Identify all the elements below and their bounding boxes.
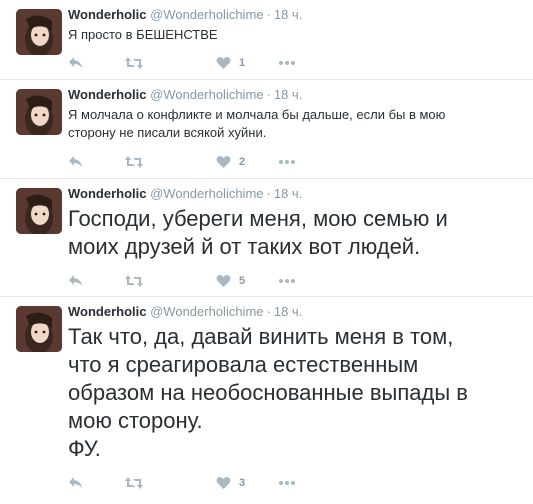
timeline: Wonderholic @Wonderholichime · 18 ч. Я про…: [0, 0, 533, 504]
like-button[interactable]: 3: [216, 476, 278, 490]
retweet-button[interactable]: [124, 56, 216, 70]
retweet-icon: [125, 156, 143, 168]
avatar[interactable]: [16, 9, 62, 55]
tweet-text: Господи, убереги меня, мою семью и моих …: [68, 205, 521, 261]
more-icon: [279, 279, 295, 283]
reply-button[interactable]: [68, 155, 124, 169]
more-icon: [279, 160, 295, 164]
timestamp[interactable]: 18 ч.: [274, 186, 302, 201]
retweet-icon: [125, 57, 143, 69]
tweet-line: сторону не писали всякой хуйни.: [68, 125, 267, 140]
tweet-line: мою сторону.: [68, 408, 203, 433]
tweet-line: Господи, убереги меня, мою семью и: [68, 206, 448, 231]
retweet-button[interactable]: [124, 274, 216, 288]
retweet-icon: [125, 477, 143, 489]
heart-icon: [216, 274, 231, 287]
tweet-header: Wonderholic @Wonderholichime · 18 ч.: [68, 6, 521, 24]
tweet-header: Wonderholic @Wonderholichime · 18 ч.: [68, 185, 521, 203]
tweet-line: Я молчала о конфликте и молчала бы дальш…: [68, 107, 446, 122]
tweet-actions: 1: [68, 54, 308, 72]
more-icon: [279, 481, 295, 485]
display-name[interactable]: Wonderholic: [68, 7, 146, 22]
reply-icon: [69, 477, 82, 488]
more-button[interactable]: [278, 278, 308, 284]
tweet-line: ФУ.: [68, 436, 101, 461]
user-handle[interactable]: @Wonderholichime: [150, 186, 263, 201]
more-icon: [279, 61, 295, 65]
user-handle[interactable]: @Wonderholichime: [150, 7, 263, 22]
user-handle[interactable]: @Wonderholichime: [150, 304, 263, 319]
tweet-content: Wonderholic @Wonderholichime · 18 ч. Так ч…: [68, 303, 521, 463]
like-button[interactable]: 2: [216, 155, 278, 169]
tweet-actions: 3: [68, 474, 308, 492]
tweet-content: Wonderholic @Wonderholichime · 18 ч. Я про…: [68, 6, 521, 44]
retweet-icon: [125, 275, 143, 287]
avatar[interactable]: [16, 188, 62, 234]
timestamp[interactable]: 18 ч.: [274, 304, 302, 319]
reply-icon: [69, 57, 82, 68]
user-handle[interactable]: @Wonderholichime: [150, 87, 263, 102]
tweet[interactable]: Wonderholic @Wonderholichime · 18 ч. Я про…: [0, 0, 533, 80]
more-button[interactable]: [278, 480, 308, 486]
reply-icon: [69, 156, 82, 167]
avatar[interactable]: [16, 306, 62, 352]
like-button[interactable]: 5: [216, 274, 278, 288]
retweet-button[interactable]: [124, 155, 216, 169]
reply-icon: [69, 275, 82, 286]
reply-button[interactable]: [68, 56, 124, 70]
like-count: 3: [239, 477, 246, 489]
tweet[interactable]: Wonderholic @Wonderholichime · 18 ч. Госпо…: [0, 179, 533, 297]
tweet-header: Wonderholic @Wonderholichime · 18 ч.: [68, 303, 521, 321]
reply-button[interactable]: [68, 476, 124, 490]
like-count: 2: [239, 156, 246, 168]
more-button[interactable]: [278, 60, 308, 66]
tweet-actions: 2: [68, 153, 308, 171]
like-button[interactable]: 1: [216, 56, 278, 70]
tweet-text: Я молчала о конфликте и молчала бы дальш…: [68, 106, 521, 142]
heart-icon: [216, 155, 231, 168]
tweet-text: Так что, да, давай винить меня в том, чт…: [68, 323, 521, 463]
separator-dot: ·: [266, 304, 271, 319]
like-count: 1: [239, 57, 246, 69]
separator-dot: ·: [266, 186, 271, 201]
tweet-line: моих друзей й от таких вот людей.: [68, 234, 421, 259]
tweet-line: что я среагировала естественным: [68, 352, 419, 377]
like-count: 5: [239, 275, 246, 287]
display-name[interactable]: Wonderholic: [68, 304, 146, 319]
more-button[interactable]: [278, 159, 308, 165]
display-name[interactable]: Wonderholic: [68, 87, 146, 102]
tweet-content: Wonderholic @Wonderholichime · 18 ч. Я мол…: [68, 86, 521, 142]
heart-icon: [216, 476, 231, 489]
tweet[interactable]: Wonderholic @Wonderholichime · 18 ч. Так ч…: [0, 297, 533, 504]
tweet-text: Я просто в БЕШЕНСТВЕ: [68, 26, 521, 44]
tweet-line: Я просто в БЕШЕНСТВЕ: [68, 27, 218, 42]
display-name[interactable]: Wonderholic: [68, 186, 146, 201]
tweet-content: Wonderholic @Wonderholichime · 18 ч. Госпо…: [68, 185, 521, 261]
tweet-header: Wonderholic @Wonderholichime · 18 ч.: [68, 86, 521, 104]
reply-button[interactable]: [68, 274, 124, 288]
tweet-line: Так что, да, давай винить меня в том,: [68, 324, 454, 349]
retweet-button[interactable]: [124, 476, 216, 490]
timestamp[interactable]: 18 ч.: [274, 87, 302, 102]
tweet[interactable]: Wonderholic @Wonderholichime · 18 ч. Я мол…: [0, 80, 533, 179]
timestamp[interactable]: 18 ч.: [274, 7, 302, 22]
heart-icon: [216, 56, 231, 69]
separator-dot: ·: [266, 87, 271, 102]
tweet-line: образом на необоснованные выпады в: [68, 380, 468, 405]
avatar[interactable]: [16, 89, 62, 135]
separator-dot: ·: [266, 7, 271, 22]
tweet-actions: 5: [68, 272, 308, 290]
